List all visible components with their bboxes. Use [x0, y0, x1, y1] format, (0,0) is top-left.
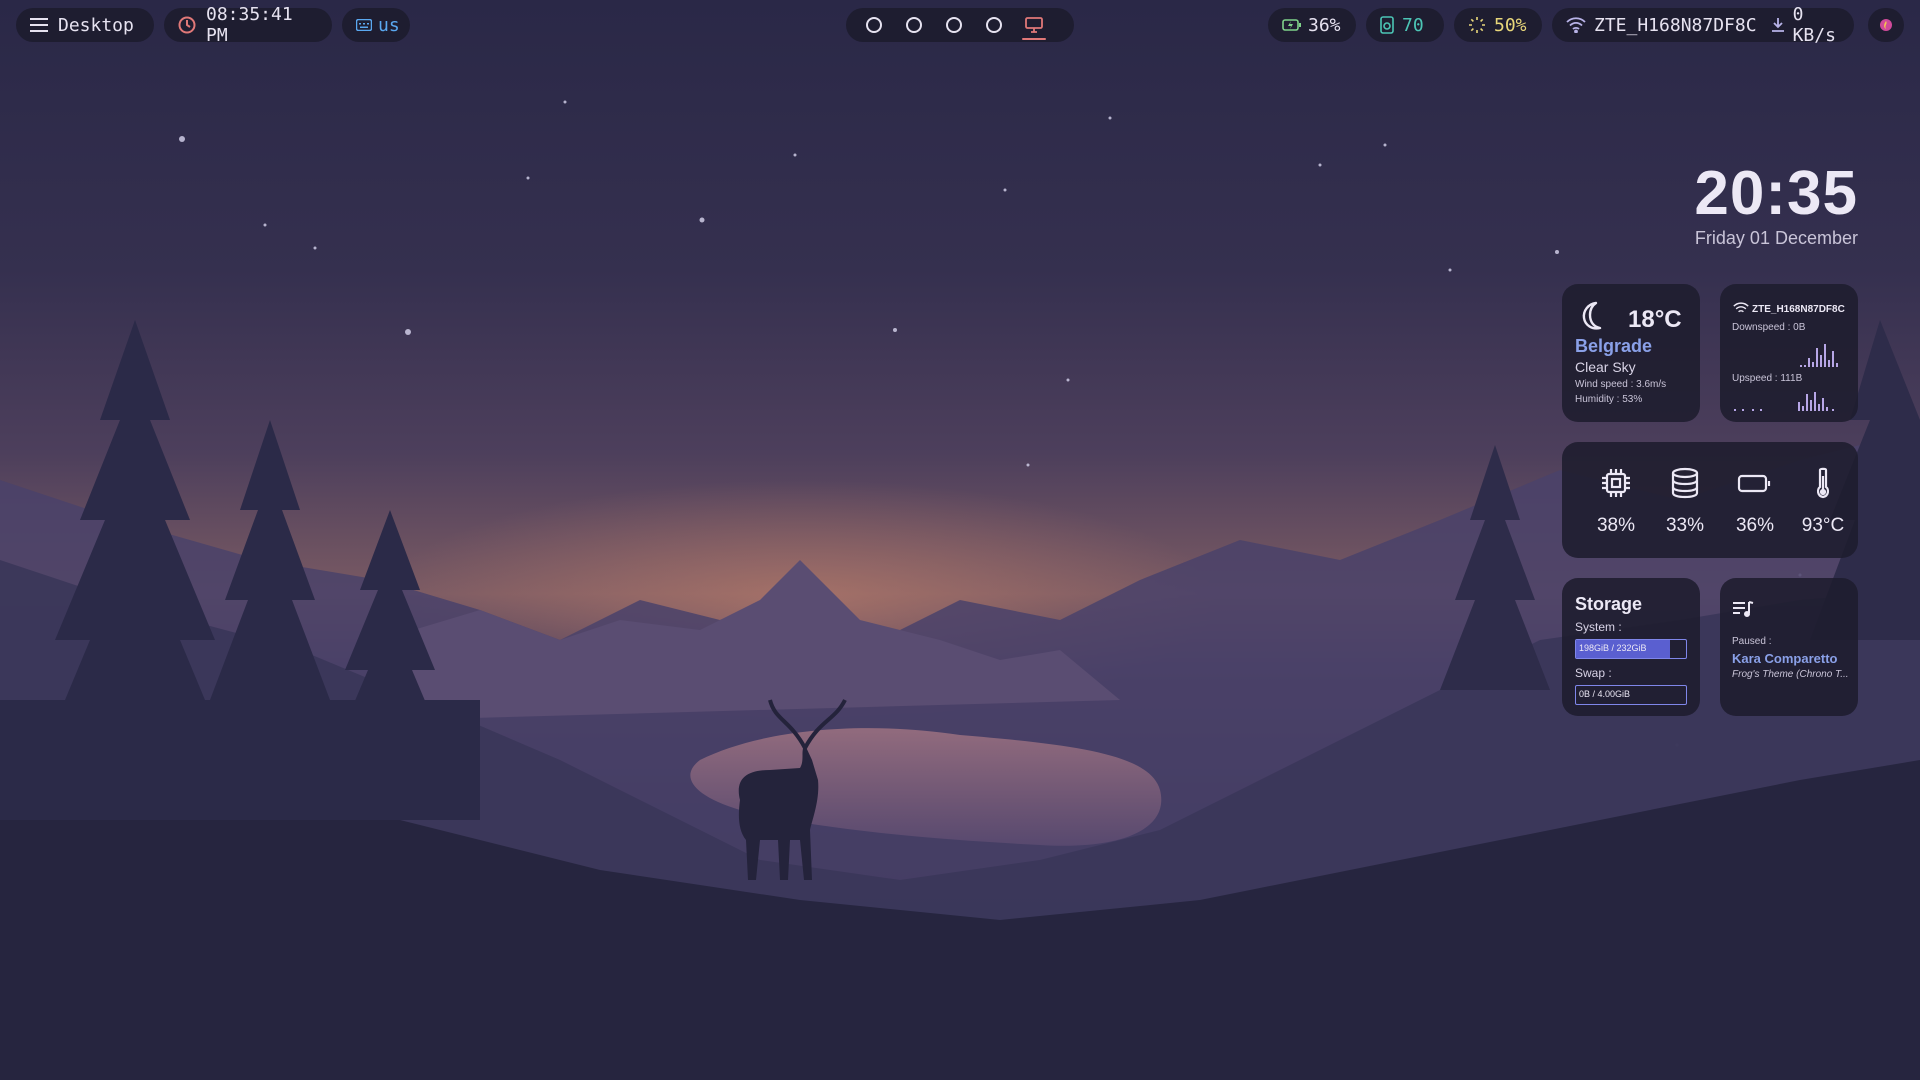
- clock-pill[interactable]: 08:35:41 PM: [164, 4, 332, 46]
- brightness-pill[interactable]: 50%: [1454, 8, 1542, 42]
- battery-charging-icon: [1282, 19, 1302, 31]
- weather-widget: 18°C Belgrade Clear Sky Wind speed : 3.6…: [1562, 284, 1700, 422]
- memory-pill[interactable]: 70: [1366, 8, 1444, 42]
- workspace-4[interactable]: [978, 8, 1010, 42]
- network-widget: ZTE_H168N87DF8C Downspeed : 0B Upspeed :…: [1720, 284, 1858, 422]
- system-usage-text: 198GiB / 232GiB: [1579, 643, 1647, 653]
- music-widget: Paused : Kara Comparetto Frog's Theme (C…: [1720, 578, 1858, 716]
- weather-wind: Wind speed : 3.6m/s: [1575, 379, 1667, 390]
- cpu-value: 38%: [1596, 515, 1636, 536]
- clock-icon: [178, 16, 196, 34]
- system-usage-bar: 198GiB / 232GiB: [1575, 639, 1687, 659]
- circle-icon: [946, 17, 962, 33]
- weather-condition: Clear Sky: [1575, 359, 1636, 375]
- circle-icon: [866, 17, 882, 33]
- flame-icon: [1879, 18, 1893, 32]
- battery-value: 36%: [1735, 515, 1775, 536]
- system-label: System :: [1575, 620, 1622, 634]
- network-upspeed: Upspeed : 111B: [1732, 373, 1803, 384]
- moon-icon: [1576, 300, 1608, 337]
- wifi-icon: [1733, 302, 1749, 320]
- battery-icon: [1737, 474, 1773, 504]
- cpu-stat: 38%: [1586, 466, 1646, 537]
- temperature-stat: 93°C: [1793, 466, 1853, 537]
- music-artist: Kara Comparetto: [1732, 651, 1838, 666]
- workspace-5[interactable]: [1018, 8, 1050, 42]
- download-speed-text: 0 KB/s: [1792, 4, 1836, 46]
- desktop-clock-date: Friday 01 December: [1694, 228, 1858, 248]
- workspace-2[interactable]: [898, 8, 930, 42]
- time-text: 08:35:41 PM: [206, 4, 293, 46]
- hamburger-icon: [30, 18, 48, 32]
- storage-widget: Storage System : 198GiB / 232GiB Swap : …: [1562, 578, 1700, 716]
- brightness-text: 50%: [1494, 14, 1527, 36]
- keyboard-icon: [356, 19, 372, 31]
- system-stats-widget: 38% 33% 36% 93°C: [1562, 442, 1858, 558]
- wifi-ssid-text: ZTE_H168N87DF8C: [1594, 14, 1757, 36]
- music-title: Frog's Theme (Chrono T...: [1732, 669, 1849, 680]
- playlist-icon[interactable]: [1732, 600, 1754, 623]
- battery-pill[interactable]: 36%: [1268, 8, 1356, 42]
- menu-button[interactable]: Desktop: [16, 8, 154, 42]
- power-button[interactable]: [1868, 8, 1904, 42]
- swap-usage-bar: 0B / 4.00GiB: [1575, 685, 1687, 705]
- cpu-icon: [1599, 469, 1633, 504]
- music-status: Paused :: [1732, 636, 1772, 647]
- memory-icon: [1380, 16, 1394, 34]
- weather-temperature: 18°C: [1628, 306, 1682, 333]
- weather-city: Belgrade: [1575, 336, 1653, 356]
- memory-text: 70: [1402, 14, 1424, 36]
- circle-icon: [986, 17, 1002, 33]
- circle-icon: [906, 17, 922, 33]
- workspace-switcher: [846, 8, 1074, 42]
- temperature-value: 93°C: [1801, 515, 1845, 536]
- menu-label: Desktop: [58, 14, 134, 36]
- brightness-icon: [1468, 16, 1486, 34]
- upspeed-graph: [1734, 392, 1834, 411]
- weather-humidity: Humidity : 53%: [1575, 394, 1643, 405]
- network-downspeed: Downspeed : 0B: [1732, 322, 1806, 333]
- swap-usage-text: 0B / 4.00GiB: [1579, 689, 1631, 699]
- wifi-icon: [1566, 17, 1586, 33]
- database-icon: [1668, 467, 1702, 504]
- swap-label: Swap :: [1575, 666, 1612, 680]
- downspeed-graph: [1800, 344, 1838, 367]
- desktop-clock-time: 20:35: [1694, 159, 1858, 228]
- monitor-icon: [1025, 17, 1043, 33]
- ram-value: 33%: [1665, 515, 1705, 536]
- storage-title: Storage: [1575, 594, 1643, 614]
- keyboard-layout-text: us: [378, 14, 400, 36]
- download-icon: [1771, 17, 1785, 33]
- network-pill[interactable]: ZTE_H168N87DF8C 0 KB/s: [1552, 4, 1854, 46]
- workspace-1[interactable]: [858, 8, 890, 42]
- battery-stat: 36%: [1725, 466, 1785, 537]
- thermometer-icon: [1806, 467, 1840, 504]
- battery-text: 36%: [1308, 14, 1341, 36]
- keyboard-layout-pill[interactable]: us: [342, 8, 410, 42]
- network-ssid: ZTE_H168N87DF8C: [1752, 304, 1845, 315]
- ram-stat: 33%: [1655, 466, 1715, 537]
- workspace-3[interactable]: [938, 8, 970, 42]
